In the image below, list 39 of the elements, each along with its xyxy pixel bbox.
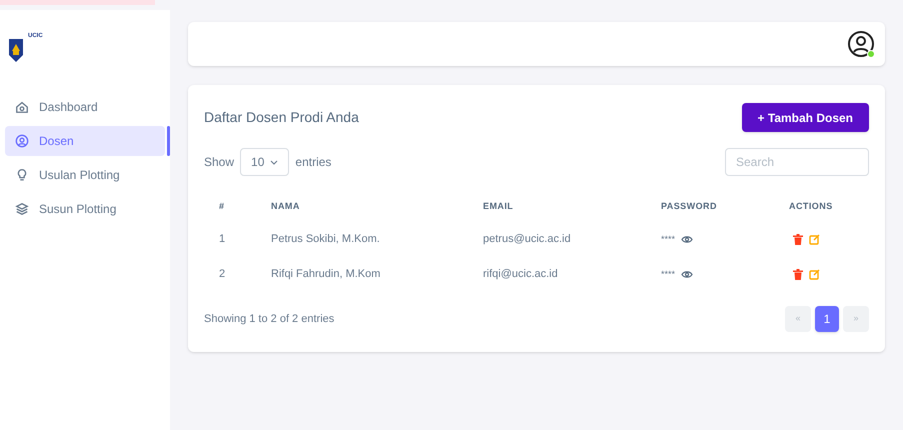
table-cell-text: Rifqi Fahrudin, M.Kom	[271, 267, 380, 282]
edit-icon[interactable]	[809, 269, 820, 280]
page-button[interactable]: 1	[815, 306, 839, 332]
column-header: NAMA	[271, 200, 300, 214]
page-size-select[interactable]: 10	[240, 148, 290, 176]
search-field[interactable]: Search	[725, 148, 869, 176]
password-mask: ****	[661, 268, 676, 281]
sidebar-item[interactable]: Usulan Plotting	[5, 160, 165, 190]
add-button[interactable]: + Tambah Dosen	[742, 103, 869, 132]
entries-info: Showing 1 to 2 of 2 entries	[204, 312, 334, 327]
table-cell-text: 2	[218, 267, 226, 282]
card-title: Daftar Dosen Prodi Anda	[204, 108, 359, 127]
table-cell-text: rifqi@ucic.ac.id	[483, 267, 558, 282]
active-indicator	[167, 126, 170, 156]
logo-icon	[8, 38, 24, 62]
sidebar-item[interactable]: Susun Plotting	[5, 194, 165, 224]
password-mask: ****	[661, 232, 676, 246]
sidebar-item[interactable]: Dashboard	[5, 92, 165, 122]
column-header: EMAIL	[483, 200, 514, 214]
eye-icon[interactable]	[681, 235, 694, 244]
column-header: ACTIONS	[789, 200, 833, 214]
table-cell-text: Petrus Sokibi, M.Kom.	[271, 232, 380, 248]
avatar-icon[interactable]	[847, 30, 875, 58]
column-header: PASSWORD	[661, 200, 717, 214]
show-label: Show	[204, 154, 234, 171]
sidebar-item[interactable]: Dosen	[5, 126, 165, 156]
edit-icon[interactable]	[809, 234, 820, 245]
lightbulb-icon	[15, 168, 29, 182]
table-cell-text: petrus@ucic.ac.id	[483, 232, 571, 248]
entries-label: entries	[295, 154, 332, 171]
trash-icon[interactable]	[793, 269, 803, 280]
eye-icon[interactable]	[681, 270, 694, 279]
home-icon	[15, 100, 29, 114]
table-cell-text: 1	[218, 232, 226, 248]
layers-icon	[15, 202, 29, 216]
chevron-down-icon	[270, 160, 278, 164]
trash-icon[interactable]	[793, 234, 803, 245]
column-header: #	[218, 200, 224, 214]
user-icon	[15, 134, 29, 148]
